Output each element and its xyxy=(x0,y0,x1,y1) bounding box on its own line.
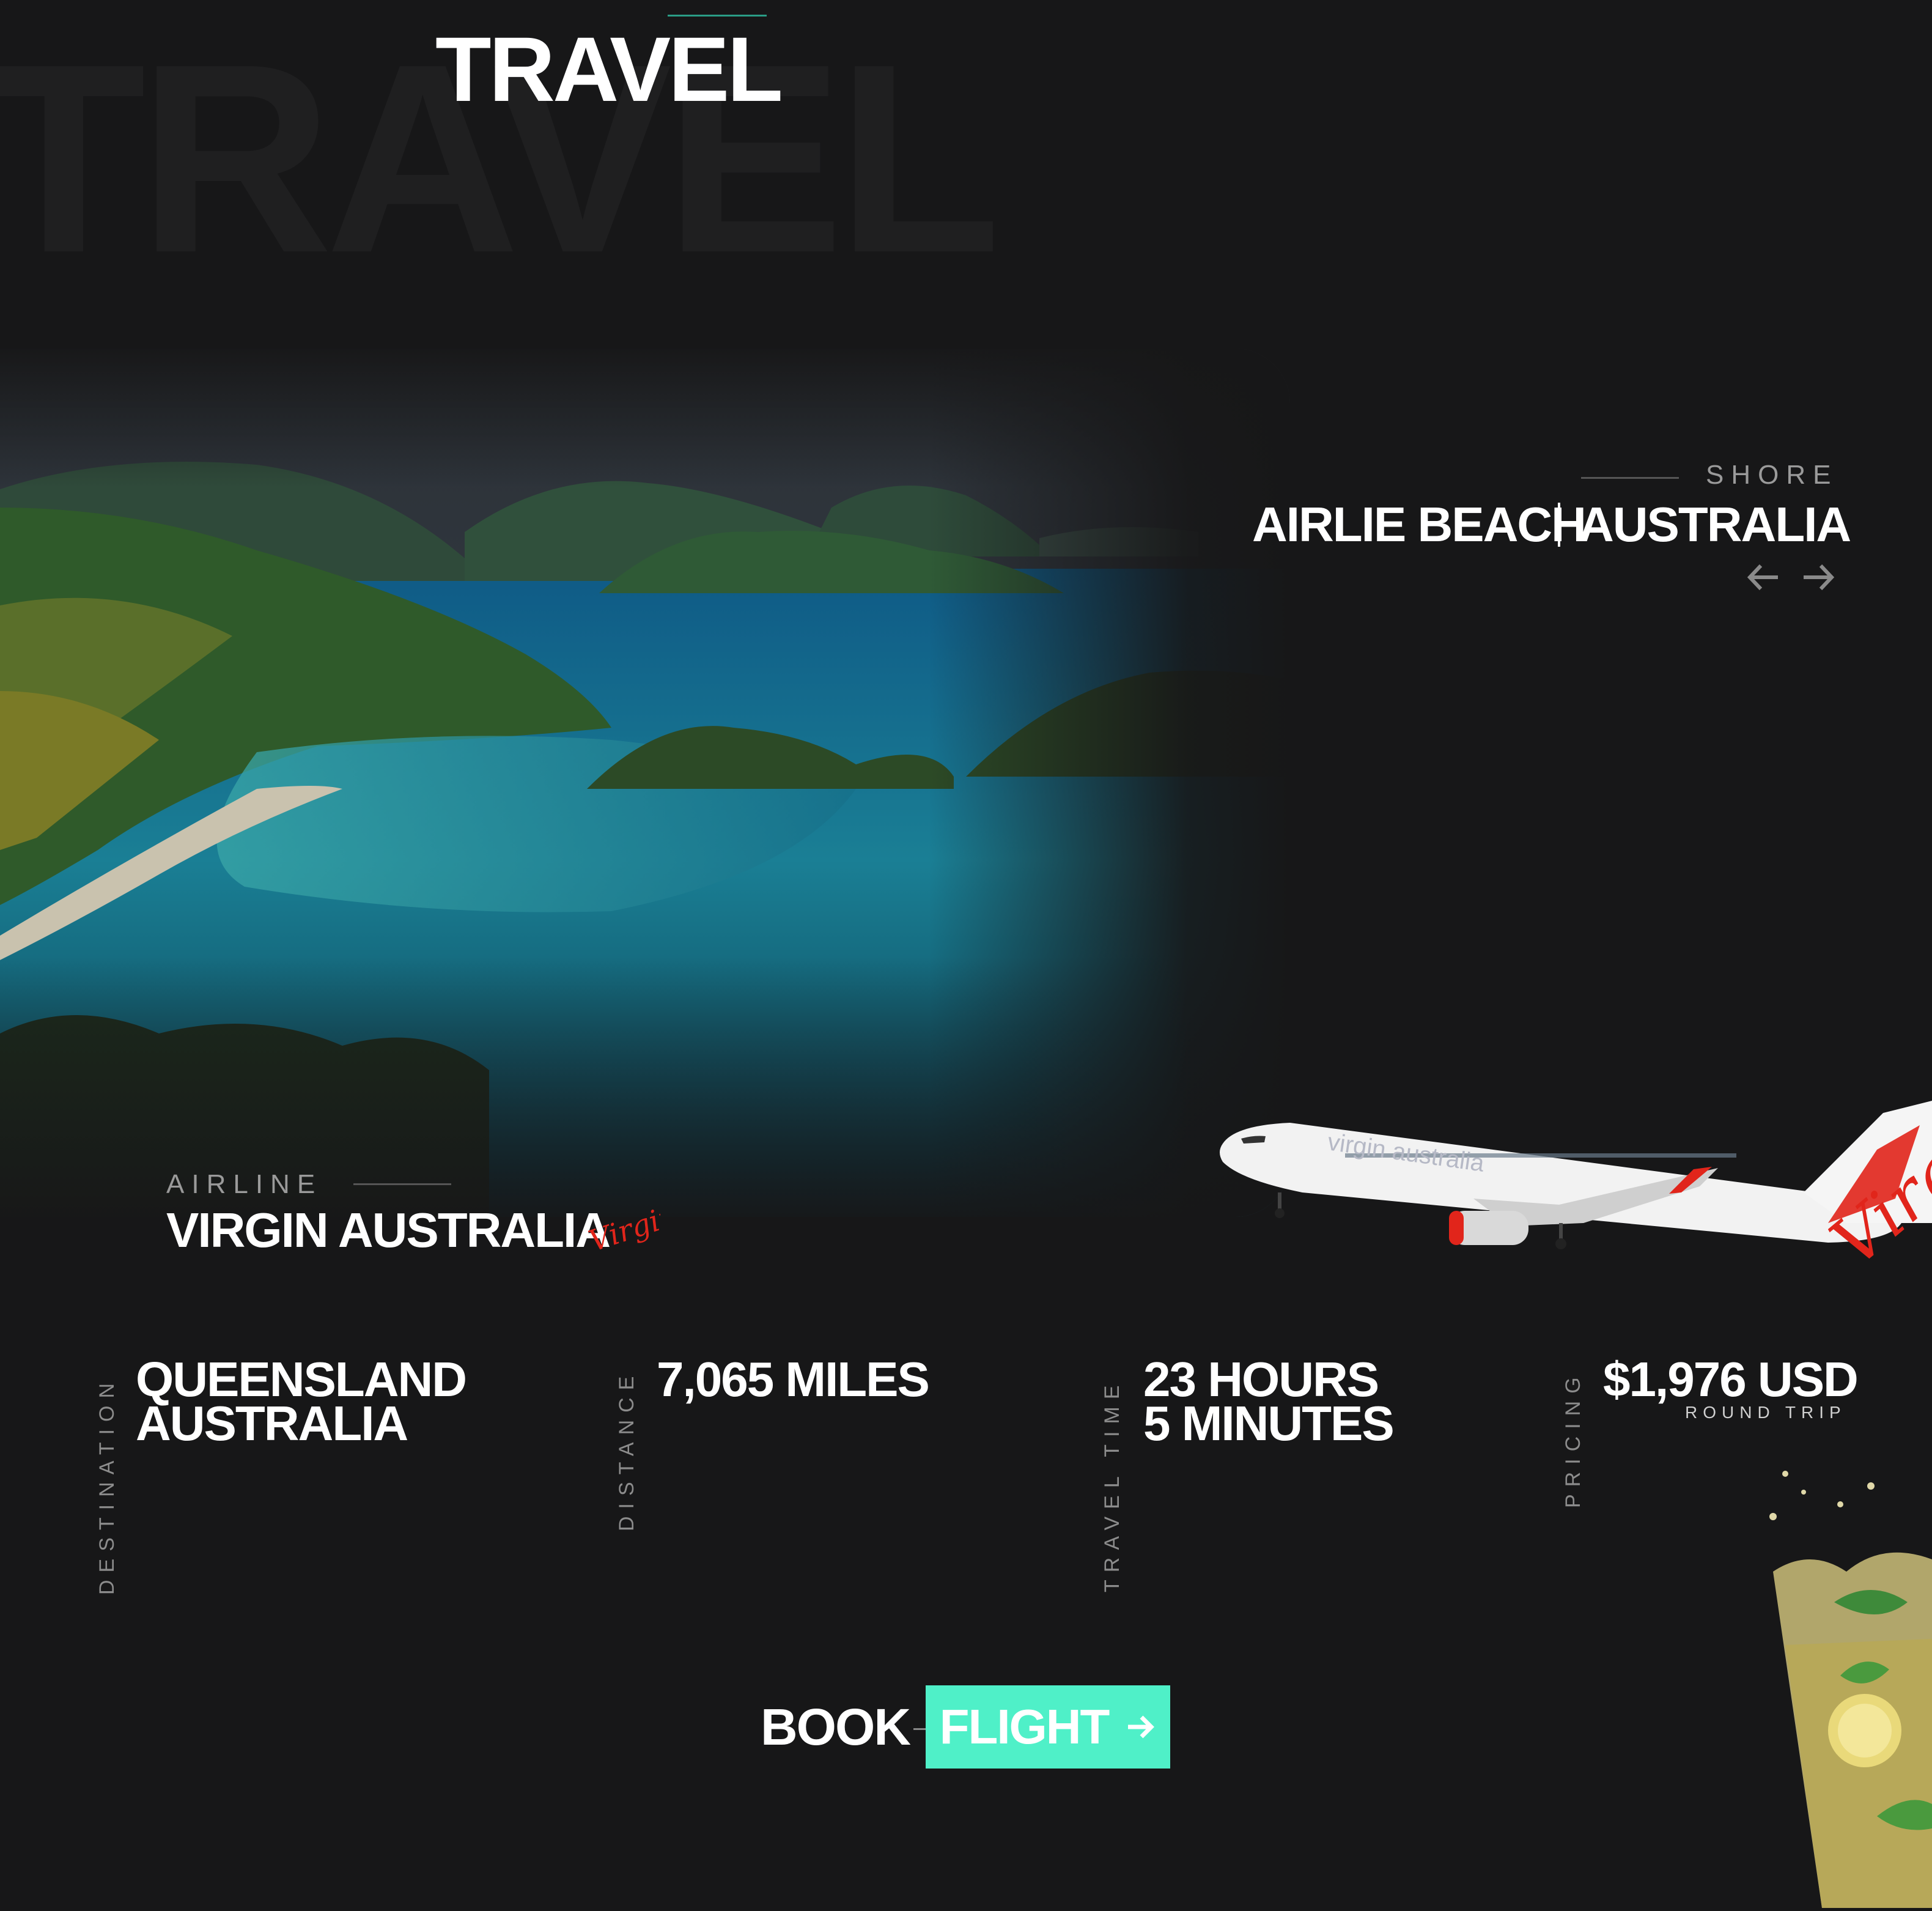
book-dash xyxy=(913,1728,926,1730)
virgin-logo-text: Virgin xyxy=(587,1199,660,1259)
location-city: AIRLIE BEACH xyxy=(1252,497,1587,552)
stat-destination-line2: AUSTRALIA xyxy=(136,1396,408,1451)
virgin-logo: Virgin xyxy=(584,1198,682,1269)
location-country: AUSTRALIA xyxy=(1579,497,1851,552)
book-flight-button-label: FLIGHT xyxy=(939,1699,1110,1754)
stat-label-pricing: PRICING xyxy=(1561,1370,1585,1508)
airline-label: AIRLINE xyxy=(166,1169,323,1199)
stat-pricing-value: $1,976 USD xyxy=(1603,1352,1859,1406)
page-title: TRAVEL xyxy=(435,18,783,120)
stat-distance-value: 7,065 MILES xyxy=(657,1352,930,1406)
cocktail-image xyxy=(1749,1462,1932,1911)
airline-divider xyxy=(353,1183,451,1185)
stat-label-travel-time: TRAVEL TIME xyxy=(1101,1378,1124,1592)
book-label: BOOK xyxy=(761,1698,911,1756)
stat-label-distance: DISTANCE xyxy=(615,1369,638,1531)
accent-line xyxy=(668,15,767,17)
arrow-right-icon[interactable] xyxy=(1801,556,1835,602)
stat-pricing-note: ROUND TRIP xyxy=(1685,1403,1846,1422)
stat-label-destination: DESTINATION xyxy=(95,1375,119,1595)
airline-name: VIRGIN AUSTRALIA xyxy=(166,1203,611,1257)
location-separator xyxy=(1558,503,1560,547)
stat-destination-line1: QUEENSLAND xyxy=(136,1352,467,1406)
airplane-image: Virgin virgin australia xyxy=(1217,1087,1932,1299)
hero-fade-overlay xyxy=(0,349,1290,1217)
shore-divider xyxy=(1581,477,1679,479)
arrow-left-icon[interactable] xyxy=(1746,556,1780,602)
stat-travel-time-line2: 5 MINUTES xyxy=(1143,1396,1395,1451)
location-label: SHORE xyxy=(1706,460,1838,490)
hero-beach-image xyxy=(0,349,1290,1217)
arrow-right-icon xyxy=(1128,1715,1155,1739)
book-flight-button[interactable]: FLIGHT xyxy=(926,1685,1170,1769)
stat-travel-time-line1: 23 HOURS xyxy=(1143,1352,1379,1406)
